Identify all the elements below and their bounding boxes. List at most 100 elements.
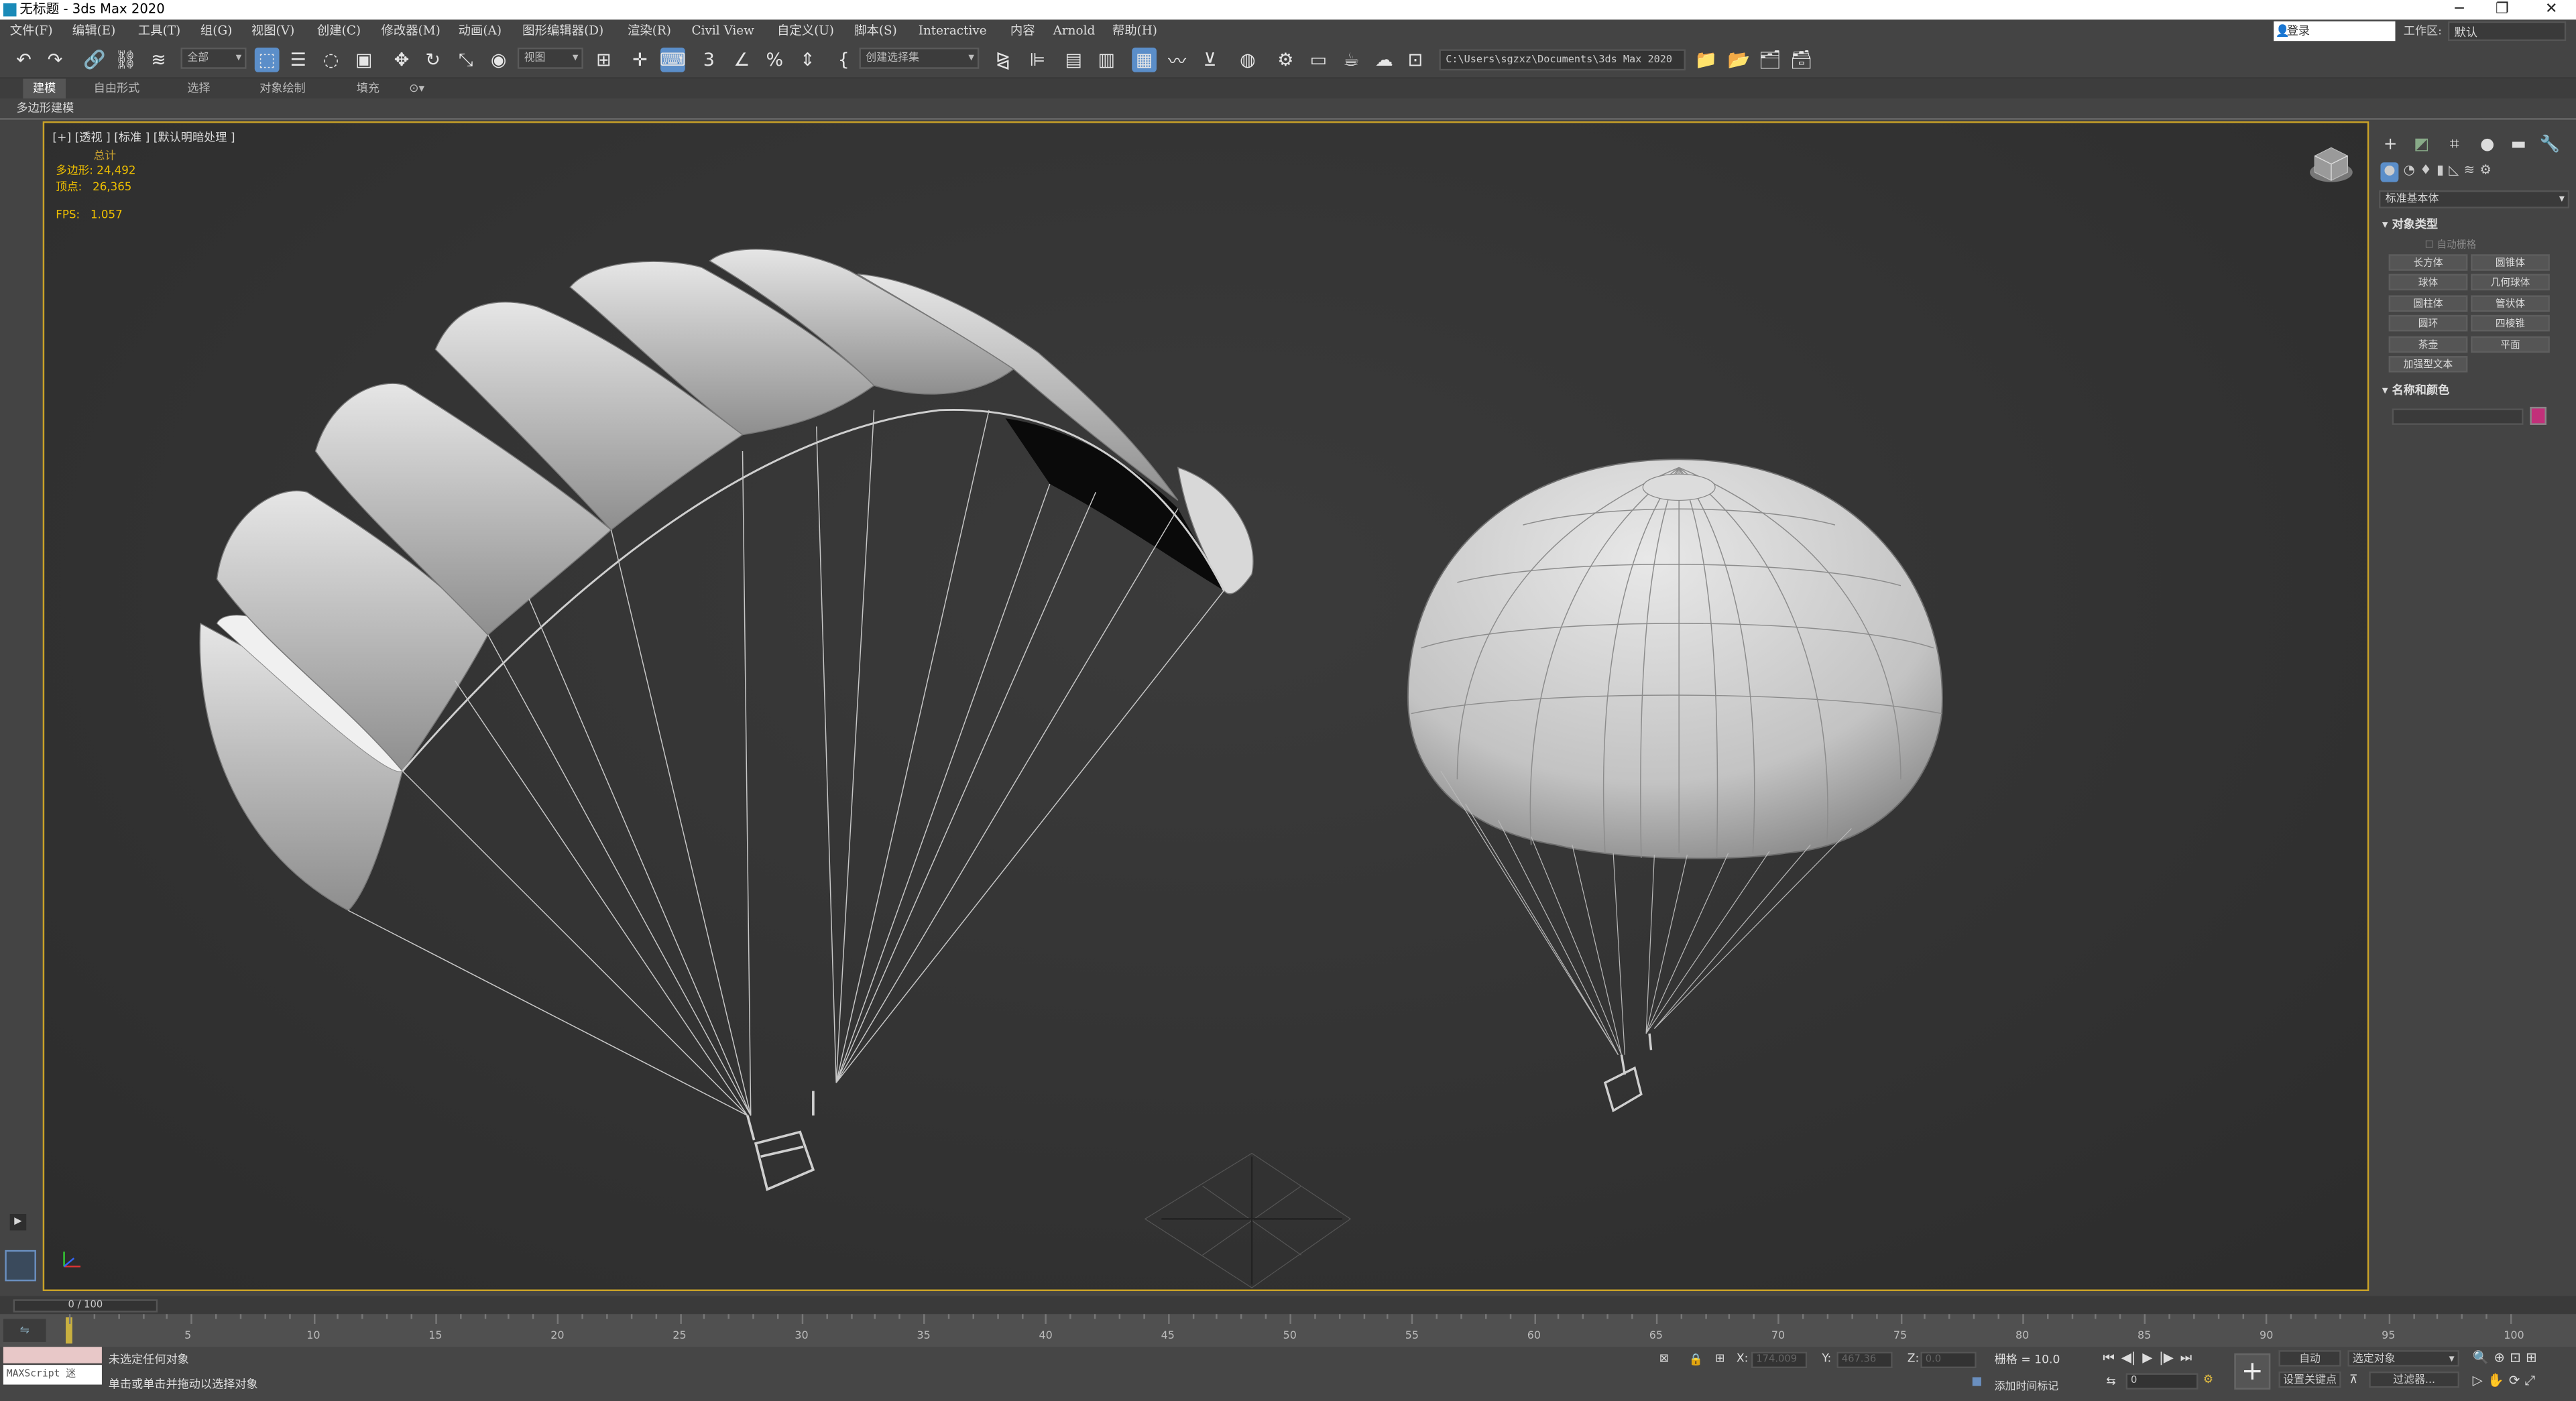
spinner-snap-icon[interactable]: ⇕ xyxy=(795,48,820,72)
workspace-dropdown[interactable]: 默认 xyxy=(2447,21,2567,42)
text-plus-button[interactable]: 加强型文本 xyxy=(2388,356,2468,373)
open-project-icon[interactable]: 📂 xyxy=(1726,48,1751,72)
field-of-view-icon[interactable]: ▷ xyxy=(2473,1373,2483,1389)
layer-explorer-icon[interactable]: ▥ xyxy=(1094,48,1119,72)
render-shortcuts-icon[interactable]: ⊡ xyxy=(1403,48,1428,72)
tab-object-paint[interactable]: 对象绘制 xyxy=(259,78,306,98)
geosphere-button[interactable]: 几何球体 xyxy=(2471,273,2550,291)
placement-icon[interactable]: ◉ xyxy=(486,48,511,72)
link-icon[interactable]: 🔗 xyxy=(82,48,107,72)
maximize-button[interactable]: ❐ xyxy=(2481,0,2524,19)
login-dropdown[interactable]: 👤 登录 xyxy=(2274,21,2396,42)
set-key-icon[interactable]: + xyxy=(2234,1353,2271,1390)
autogrid-checkbox[interactable]: ☐ 自动栅格 xyxy=(2425,236,2477,251)
menu-arnold[interactable]: Arnold xyxy=(1053,19,1096,42)
move-icon[interactable]: ✥ xyxy=(390,48,414,72)
rendered-frame-window-icon[interactable]: ▭ xyxy=(1306,48,1331,72)
hierarchy-tab-icon[interactable]: ⌗ xyxy=(2443,135,2466,158)
maxscript-listener[interactable] xyxy=(3,1347,102,1363)
viewport-layout-icon[interactable] xyxy=(5,1250,36,1282)
geometry-icon[interactable]: ● xyxy=(2380,162,2399,182)
utilities-tab-icon[interactable]: 🔧 xyxy=(2538,135,2561,158)
cylinder-button[interactable]: 圆柱体 xyxy=(2388,295,2468,312)
menu-group[interactable]: 组(G) xyxy=(200,19,232,42)
selection-filter-dropdown[interactable]: 全部 xyxy=(180,47,247,69)
angle-snap-icon[interactable]: ∠ xyxy=(729,48,754,72)
ribbon-toggle-icon[interactable]: ▦ xyxy=(1132,47,1157,72)
menu-rendering[interactable]: 渲染(R) xyxy=(628,19,671,42)
frame-slider-handle[interactable]: 0 / 100 xyxy=(13,1299,158,1313)
curve-editor-icon[interactable]: 〰 xyxy=(1165,48,1189,72)
shapes-icon[interactable]: ◔ xyxy=(2404,162,2415,182)
menu-scripting[interactable]: 脚本(S) xyxy=(854,19,897,42)
select-by-name-icon[interactable]: ☰ xyxy=(286,48,310,72)
minimize-button[interactable]: ─ xyxy=(2438,0,2481,19)
save-project-icon[interactable]: 🗃 xyxy=(1789,48,1814,72)
sphere-button[interactable]: 球体 xyxy=(2388,273,2468,291)
ribbon-options-icon[interactable]: ⊙▾ xyxy=(409,78,424,98)
zoom-extents-all-icon[interactable]: ⊞ xyxy=(2526,1350,2536,1365)
render-production-icon[interactable]: ☕ xyxy=(1339,48,1364,72)
modify-tab-icon[interactable]: ◩ xyxy=(2410,135,2433,158)
current-frame-field[interactable]: 0 xyxy=(2125,1373,2199,1390)
box-button[interactable]: 长方体 xyxy=(2388,254,2468,271)
x-coordinate-field[interactable]: 174.009 xyxy=(1751,1351,1808,1369)
object-type-header[interactable]: ▾ 对象类型 xyxy=(2382,217,2438,233)
torus-button[interactable]: 圆环 xyxy=(2388,314,2468,332)
menu-file[interactable]: 文件(F) xyxy=(10,19,53,42)
add-time-tag-button[interactable]: 添加时间标记 xyxy=(1995,1376,2059,1393)
menu-create[interactable]: 创建(C) xyxy=(317,19,361,42)
y-coordinate-field[interactable]: 467.36 xyxy=(1836,1351,1893,1369)
pivot-center-icon[interactable]: ⊞ xyxy=(591,48,616,72)
systems-icon[interactable]: ⚙ xyxy=(2479,162,2492,182)
previous-frame-icon[interactable]: ◀| xyxy=(2121,1350,2136,1369)
snaps-toggle-icon[interactable]: 3 xyxy=(697,48,721,72)
select-object-icon[interactable]: ⬚ xyxy=(254,47,280,72)
set-key-button[interactable]: 设置关键点 xyxy=(2278,1371,2341,1388)
menu-help[interactable]: 帮助(H) xyxy=(1112,19,1157,42)
project-folder-icon[interactable]: 📁 xyxy=(1694,48,1718,72)
pyramid-button[interactable]: 四棱锥 xyxy=(2471,314,2550,332)
render-setup-icon[interactable]: ⚙ xyxy=(1273,48,1298,72)
cameras-icon[interactable]: ▮ xyxy=(2437,162,2444,182)
key-filters-button[interactable]: 过滤器... xyxy=(2369,1371,2460,1388)
menu-civil-view[interactable]: Civil View xyxy=(692,19,754,42)
menu-interactive[interactable]: Interactive xyxy=(919,19,987,42)
menu-view[interactable]: 视图(V) xyxy=(251,19,294,42)
display-tab-icon[interactable]: ▬ xyxy=(2507,135,2530,158)
undo-icon[interactable]: ↶ xyxy=(11,48,36,72)
next-frame-icon[interactable]: |▶ xyxy=(2159,1350,2174,1369)
orbit-icon[interactable]: ⟳ xyxy=(2509,1373,2520,1389)
close-button[interactable]: ✕ xyxy=(2530,0,2573,19)
menu-tools[interactable]: 工具(T) xyxy=(138,19,180,42)
time-slider[interactable]: 0 / 100 xyxy=(0,1296,2576,1315)
edit-named-selection-icon[interactable]: { xyxy=(831,48,856,72)
rotate-icon[interactable]: ↻ xyxy=(420,48,445,72)
helpers-icon[interactable]: ◺ xyxy=(2449,162,2459,182)
go-to-end-icon[interactable]: ⏭ xyxy=(2180,1350,2192,1369)
keyboard-shortcut-override-icon[interactable]: ⌨ xyxy=(660,47,686,72)
named-selection-dropdown[interactable]: 创建选择集 xyxy=(859,47,980,69)
material-editor-icon[interactable]: ◍ xyxy=(1236,48,1261,72)
z-coordinate-field[interactable]: 0.0 xyxy=(1920,1351,1977,1369)
tab-populate[interactable]: 填充 xyxy=(357,78,379,98)
scale-icon[interactable]: ⤡ xyxy=(453,48,478,72)
lights-icon[interactable]: ♦ xyxy=(2420,162,2432,182)
zoom-all-icon[interactable]: ⊕ xyxy=(2494,1350,2504,1365)
paraglider-canopy[interactable] xyxy=(199,249,1254,912)
maxscript-input[interactable]: MAXScript 迷 xyxy=(3,1365,102,1385)
plane-button[interactable]: 平面 xyxy=(2471,336,2550,353)
align-icon[interactable]: ⊫ xyxy=(1025,48,1050,72)
lock-icon[interactable]: 🔒 xyxy=(1689,1353,1703,1367)
name-color-header[interactable]: ▾ 名称和颜色 xyxy=(2382,382,2449,398)
absolute-mode-icon[interactable]: ⊞ xyxy=(1715,1352,1724,1365)
menu-animation[interactable]: 动画(A) xyxy=(459,19,502,42)
key-filters-icon[interactable]: ⊼ xyxy=(2349,1373,2358,1386)
reference-coordinate-dropdown[interactable]: 视图 xyxy=(517,47,583,69)
tab-selection[interactable]: 选择 xyxy=(187,78,210,98)
menu-customize[interactable]: 自定义(U) xyxy=(777,19,834,42)
pan-icon[interactable]: ✋ xyxy=(2487,1373,2504,1389)
maximize-viewport-icon[interactable]: ⤢ xyxy=(2525,1373,2536,1389)
expand-arrow-icon[interactable]: ▶ xyxy=(9,1214,27,1231)
menu-edit[interactable]: 编辑(E) xyxy=(72,19,116,42)
